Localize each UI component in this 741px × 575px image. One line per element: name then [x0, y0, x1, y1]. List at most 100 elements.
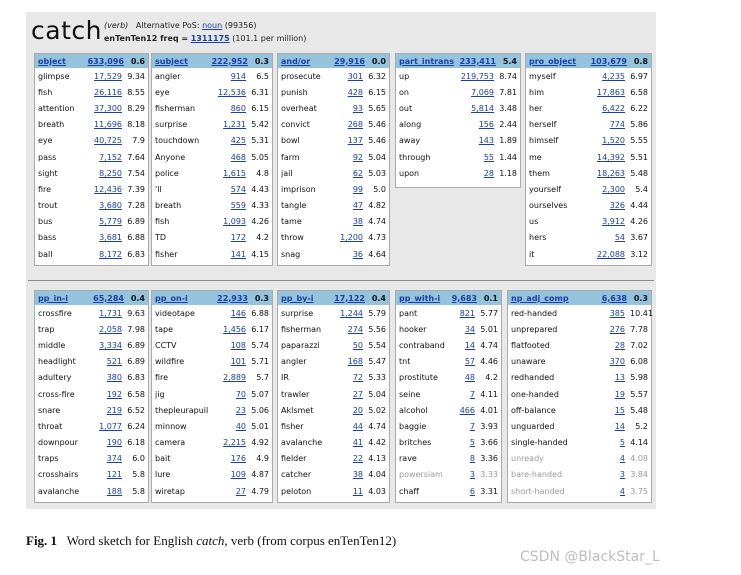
collocate-freq-link[interactable]: 92: [353, 153, 363, 162]
collocate-freq-link[interactable]: 301: [348, 72, 363, 81]
collocate-freq-link[interactable]: 172: [231, 233, 246, 242]
collocate-freq-link[interactable]: 37,300: [94, 104, 122, 113]
collocate-freq-link[interactable]: 50: [353, 341, 363, 350]
collocate-freq-link[interactable]: 385: [610, 309, 625, 318]
collocate-freq-link[interactable]: 19: [615, 390, 625, 399]
collocate-freq-link[interactable]: 4: [620, 454, 625, 463]
collocate-freq-link[interactable]: 2,058: [99, 325, 122, 334]
collocate-freq-link[interactable]: 1,200: [340, 233, 363, 242]
collocate-freq-link[interactable]: 41: [353, 438, 363, 447]
collocate-freq-link[interactable]: 3: [620, 470, 625, 479]
collocate-freq-link[interactable]: 3: [470, 470, 475, 479]
collocate-freq-link[interactable]: 121: [107, 470, 122, 479]
collocate-freq-link[interactable]: 1,093: [223, 217, 246, 226]
gramrel-freq-link[interactable]: 633,096: [88, 57, 124, 66]
collocate-freq-link[interactable]: 156: [479, 120, 494, 129]
collocate-freq-link[interactable]: 425: [231, 136, 246, 145]
collocate-freq-link[interactable]: 4: [620, 487, 625, 496]
collocate-freq-link[interactable]: 40,725: [94, 136, 122, 145]
gramrel-freq-link[interactable]: 103,679: [591, 57, 627, 66]
collocate-freq-link[interactable]: 774: [610, 120, 625, 129]
collocate-freq-link[interactable]: 7: [470, 390, 475, 399]
collocate-freq-link[interactable]: 23: [236, 406, 246, 415]
collocate-freq-link[interactable]: 821: [460, 309, 475, 318]
gramrel-freq-link[interactable]: 29,916: [334, 57, 365, 66]
collocate-freq-link[interactable]: 13: [615, 373, 625, 382]
collocate-freq-link[interactable]: 38: [353, 217, 363, 226]
corpus-freq-link[interactable]: 1311175: [191, 34, 230, 43]
gramrel-name-link[interactable]: object: [38, 57, 88, 66]
gramrel-name-link[interactable]: pro_object: [529, 57, 591, 66]
collocate-freq-link[interactable]: 6,422: [602, 104, 625, 113]
collocate-freq-link[interactable]: 14: [615, 422, 625, 431]
collocate-freq-link[interactable]: 18,263: [597, 169, 625, 178]
gramrel-freq-link[interactable]: 6,638: [602, 294, 627, 303]
collocate-freq-link[interactable]: 15: [615, 406, 625, 415]
collocate-freq-link[interactable]: 1,731: [99, 309, 122, 318]
collocate-freq-link[interactable]: 574: [231, 185, 246, 194]
collocate-freq-link[interactable]: 2,300: [602, 185, 625, 194]
collocate-freq-link[interactable]: 3,334: [99, 341, 122, 350]
collocate-freq-link[interactable]: 268: [348, 120, 363, 129]
collocate-freq-link[interactable]: 1,077: [99, 422, 122, 431]
collocate-freq-link[interactable]: 274: [348, 325, 363, 334]
collocate-freq-link[interactable]: 72: [353, 373, 363, 382]
collocate-freq-link[interactable]: 1,231: [223, 120, 246, 129]
collocate-freq-link[interactable]: 44: [353, 422, 363, 431]
collocate-freq-link[interactable]: 8: [470, 454, 475, 463]
collocate-freq-link[interactable]: 14,392: [597, 153, 625, 162]
gramrel-name-link[interactable]: np_adj_comp: [511, 294, 602, 303]
collocate-freq-link[interactable]: 22,088: [597, 250, 625, 259]
collocate-freq-link[interactable]: 20: [353, 406, 363, 415]
collocate-freq-link[interactable]: 428: [348, 88, 363, 97]
collocate-freq-link[interactable]: 3,681: [99, 233, 122, 242]
collocate-freq-link[interactable]: 4,235: [602, 72, 625, 81]
collocate-freq-link[interactable]: 5,779: [99, 217, 122, 226]
collocate-freq-link[interactable]: 5: [470, 438, 475, 447]
collocate-freq-link[interactable]: 176: [231, 454, 246, 463]
collocate-freq-link[interactable]: 27: [353, 390, 363, 399]
collocate-freq-link[interactable]: 2,215: [223, 438, 246, 447]
collocate-freq-link[interactable]: 28: [484, 169, 494, 178]
collocate-freq-link[interactable]: 99: [353, 185, 363, 194]
collocate-freq-link[interactable]: 8,172: [99, 250, 122, 259]
gramrel-freq-link[interactable]: 222,952: [212, 57, 248, 66]
collocate-freq-link[interactable]: 26,116: [94, 88, 122, 97]
collocate-freq-link[interactable]: 374: [107, 454, 122, 463]
collocate-freq-link[interactable]: 559: [231, 201, 246, 210]
gramrel-freq-link[interactable]: 22,933: [217, 294, 248, 303]
collocate-freq-link[interactable]: 7: [470, 422, 475, 431]
collocate-freq-link[interactable]: 468: [231, 153, 246, 162]
collocate-freq-link[interactable]: 6: [470, 487, 475, 496]
gramrel-name-link[interactable]: part_intrans: [399, 57, 460, 66]
collocate-freq-link[interactable]: 62: [353, 169, 363, 178]
collocate-freq-link[interactable]: 54: [615, 233, 625, 242]
collocate-freq-link[interactable]: 276: [610, 325, 625, 334]
collocate-freq-link[interactable]: 7,152: [99, 153, 122, 162]
collocate-freq-link[interactable]: 38: [353, 470, 363, 479]
collocate-freq-link[interactable]: 192: [107, 390, 122, 399]
collocate-freq-link[interactable]: 2,889: [223, 373, 246, 382]
collocate-freq-link[interactable]: 48: [465, 373, 475, 382]
collocate-freq-link[interactable]: 190: [107, 438, 122, 447]
gramrel-name-link[interactable]: pp_on-i: [155, 294, 217, 303]
collocate-freq-link[interactable]: 11: [353, 487, 363, 496]
collocate-freq-link[interactable]: 57: [465, 357, 475, 366]
collocate-freq-link[interactable]: 1,615: [223, 169, 246, 178]
collocate-freq-link[interactable]: 11,696: [94, 120, 122, 129]
collocate-freq-link[interactable]: 5: [620, 438, 625, 447]
alt-pos-link[interactable]: noun: [202, 21, 222, 30]
collocate-freq-link[interactable]: 36: [353, 250, 363, 259]
collocate-freq-link[interactable]: 108: [231, 341, 246, 350]
gramrel-freq-link[interactable]: 9,683: [452, 294, 477, 303]
collocate-freq-link[interactable]: 28: [615, 341, 625, 350]
collocate-freq-link[interactable]: 3,680: [99, 201, 122, 210]
collocate-freq-link[interactable]: 326: [610, 201, 625, 210]
collocate-freq-link[interactable]: 47: [353, 201, 363, 210]
collocate-freq-link[interactable]: 22: [353, 454, 363, 463]
collocate-freq-link[interactable]: 8,250: [99, 169, 122, 178]
gramrel-freq-link[interactable]: 233,411: [460, 57, 496, 66]
collocate-freq-link[interactable]: 12,436: [94, 185, 122, 194]
collocate-freq-link[interactable]: 168: [348, 357, 363, 366]
collocate-freq-link[interactable]: 14: [465, 341, 475, 350]
